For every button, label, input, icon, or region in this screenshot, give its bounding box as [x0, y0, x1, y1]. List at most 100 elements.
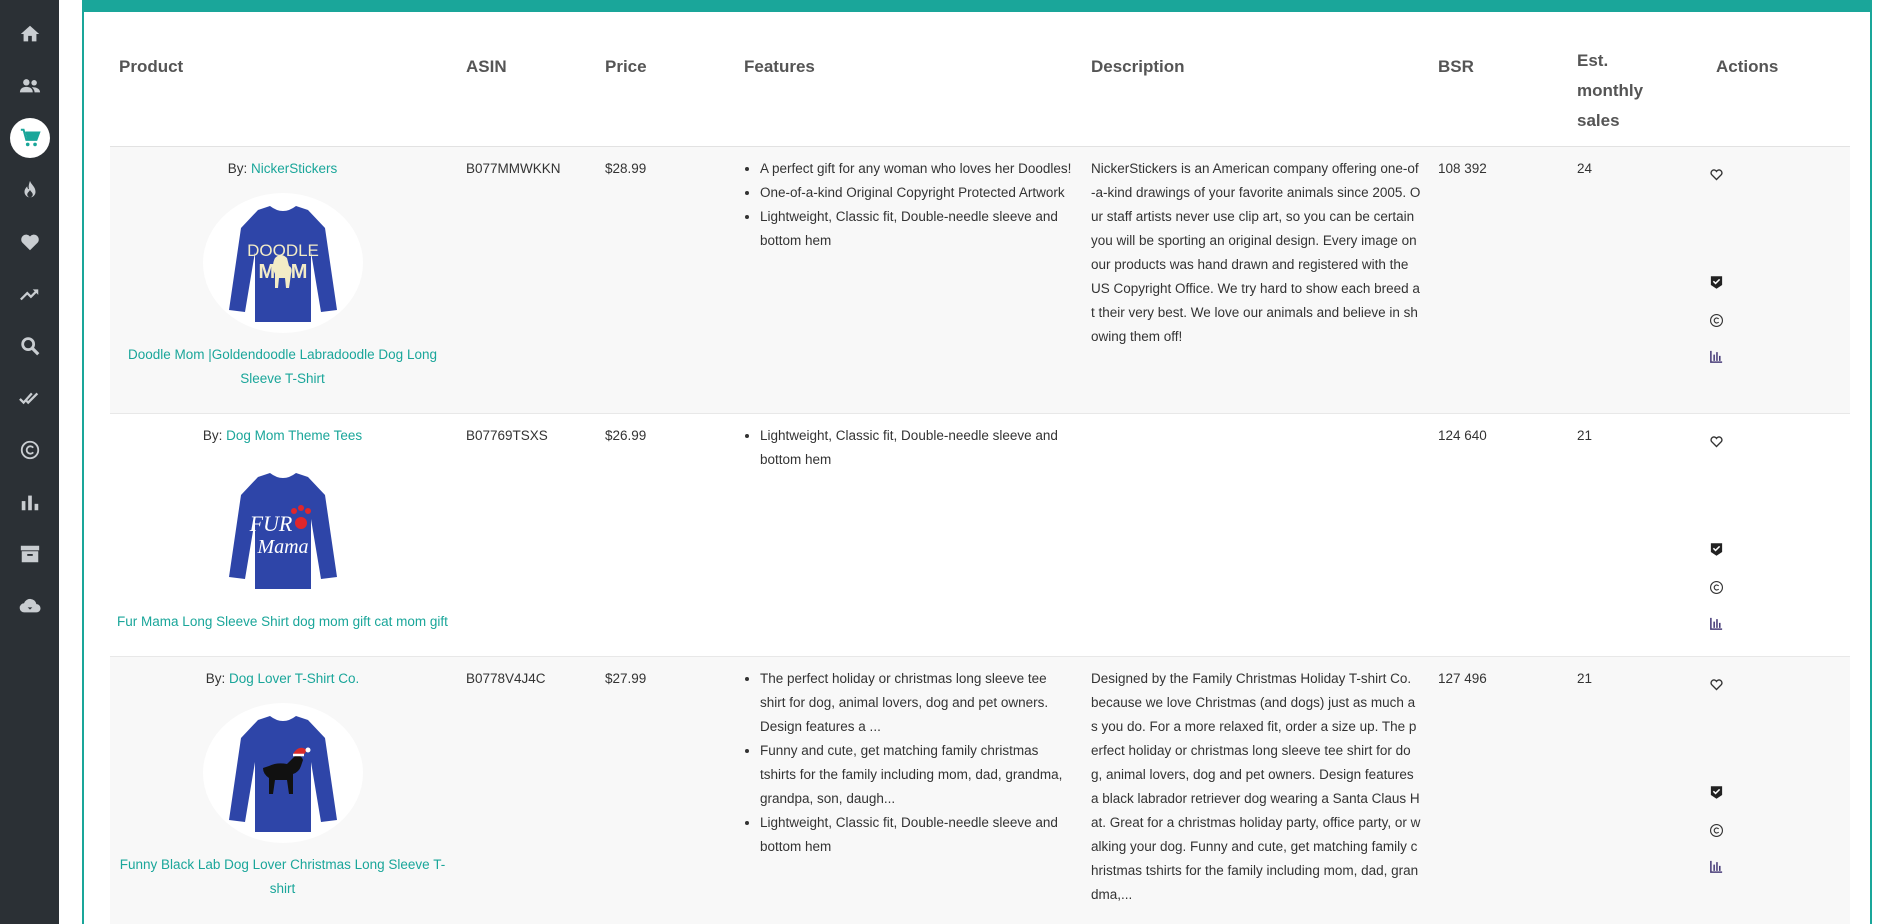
- header-asin[interactable]: ASIN: [466, 52, 507, 82]
- sidebar-item-trends[interactable]: [0, 272, 59, 316]
- header-est-monthly-sales[interactable]: Est. monthly sales: [1577, 46, 1643, 136]
- users-icon: [19, 79, 40, 93]
- product-table-panel: Product ASIN Price Features Description …: [82, 0, 1872, 924]
- fire-icon: [24, 180, 35, 198]
- header-features: Features: [744, 57, 815, 76]
- shirt-print: Mama: [256, 536, 308, 558]
- product-image[interactable]: [203, 703, 363, 843]
- panel-top-accent: [84, 0, 1870, 12]
- by-label: By:: [202, 428, 223, 443]
- product-title-link[interactable]: Funny Black Lab Dog Lover Christmas Long…: [110, 853, 455, 901]
- copyright-icon: [1709, 824, 1723, 837]
- sidebar-item-trademark[interactable]: [0, 428, 59, 472]
- header-sales-line: Est.: [1577, 51, 1609, 70]
- home-icon: [20, 25, 39, 42]
- sidebar-item-trending-hot[interactable]: [0, 168, 59, 212]
- sidebar-item-home[interactable]: [0, 12, 59, 56]
- feature-item: Lightweight, Classic fit, Double-needle …: [760, 424, 1074, 472]
- shirt-icon: [229, 716, 337, 832]
- by-label: By:: [227, 161, 248, 176]
- header-price[interactable]: Price: [605, 52, 647, 82]
- bar-chart-icon: [21, 495, 38, 511]
- price: $26.99: [605, 428, 647, 443]
- bar-chart-icon: [1709, 860, 1722, 873]
- sidebar-item-checked[interactable]: [0, 376, 59, 420]
- description: NickerStickers is an American company of…: [1091, 161, 1421, 344]
- header-product[interactable]: Product: [119, 52, 183, 82]
- est-sales-value: 24: [1577, 161, 1593, 176]
- verify-button[interactable]: [1706, 785, 1726, 800]
- sales-chart-button[interactable]: [1706, 859, 1726, 874]
- product-image[interactable]: FUR Mama: [203, 460, 363, 600]
- product-title-link[interactable]: Fur Mama Long Sleeve Shirt dog mom gift …: [110, 610, 455, 634]
- by-label: By:: [205, 671, 226, 686]
- feature-item: Funny and cute, get matching family chri…: [760, 739, 1074, 811]
- verify-button[interactable]: [1706, 275, 1726, 290]
- cart-icon: [20, 128, 41, 147]
- feature-item: The perfect holiday or christmas long sl…: [760, 667, 1074, 739]
- brand-link[interactable]: Dog Lover T-Shirt Co.: [229, 671, 359, 686]
- favorite-button[interactable]: [1706, 677, 1726, 692]
- trademark-check-button[interactable]: [1706, 823, 1726, 838]
- shield-check-icon: [1710, 276, 1722, 289]
- features-list: A perfect gift for any woman who loves h…: [744, 157, 1074, 253]
- heart-outline-icon: [1709, 436, 1723, 448]
- sidebar-item-cart[interactable]: [0, 116, 59, 160]
- shirt-icon: DOODLE MOM: [229, 206, 337, 322]
- trademark-check-button[interactable]: [1706, 313, 1726, 328]
- product-image[interactable]: DOODLE MOM: [203, 193, 363, 333]
- header-sales-line: sales: [1577, 111, 1620, 130]
- sidebar-item-cloud[interactable]: [0, 584, 59, 628]
- header-actions: Actions: [1716, 57, 1779, 76]
- cloud-download-icon: [19, 598, 41, 613]
- product-brand: By: Dog Lover T-Shirt Co.: [110, 667, 455, 691]
- feature-item: Lightweight, Classic fit, Double-needle …: [760, 811, 1074, 859]
- price: $28.99: [605, 161, 647, 176]
- trademark-check-button[interactable]: [1706, 580, 1726, 595]
- shirt-icon: FUR Mama: [229, 473, 337, 589]
- feature-item: One-of-a-kind Original Copyright Protect…: [760, 181, 1074, 205]
- product-title-link[interactable]: Doodle Mom |Goldendoodle Labradoodle Dog…: [110, 343, 455, 391]
- brand-link[interactable]: NickerStickers: [251, 161, 337, 176]
- table-row: By: NickerStickers DOODLE MOM Doodle Mom…: [110, 147, 1850, 413]
- price: $27.99: [605, 671, 647, 686]
- sidebar-item-favorites[interactable]: [0, 220, 59, 264]
- est-sales-value: 21: [1577, 428, 1593, 443]
- sidebar-item-users[interactable]: [0, 64, 59, 108]
- trending-icon: [19, 289, 38, 301]
- brand-link[interactable]: Dog Mom Theme Tees: [226, 428, 362, 443]
- header-sales-line: monthly: [1577, 81, 1644, 100]
- product-brand: By: NickerStickers: [110, 157, 455, 181]
- verify-button[interactable]: [1706, 542, 1726, 557]
- active-indicator: [9, 118, 50, 158]
- header-description: Description: [1091, 57, 1185, 76]
- header-bsr[interactable]: BSR: [1438, 52, 1474, 82]
- est-sales-value: 21: [1577, 671, 1593, 686]
- feature-item: A perfect gift for any woman who loves h…: [760, 157, 1074, 181]
- description: Designed by the Family Christmas Holiday…: [1091, 671, 1421, 902]
- bar-chart-icon: [1709, 617, 1722, 630]
- bsr-value: 108 392: [1438, 161, 1487, 176]
- shield-check-icon: [1710, 786, 1722, 799]
- copyright-icon: [1709, 581, 1723, 594]
- sales-chart-button[interactable]: [1706, 616, 1726, 631]
- double-check-icon: [18, 392, 38, 405]
- feature-item: Lightweight, Classic fit, Double-needle …: [760, 205, 1074, 253]
- sidebar-item-search[interactable]: [0, 324, 59, 368]
- copyright-icon: [1709, 314, 1723, 327]
- heart-outline-icon: [1709, 679, 1723, 691]
- favorite-button[interactable]: [1706, 434, 1726, 449]
- table-row: By: Dog Lover T-Shirt Co. Funny Black La…: [110, 657, 1850, 924]
- sidebar-item-analytics[interactable]: [0, 480, 59, 524]
- asin: B07769TSXS: [466, 428, 548, 443]
- features-list: Lightweight, Classic fit, Double-needle …: [744, 424, 1074, 472]
- bsr-value: 127 496: [1438, 671, 1487, 686]
- favorite-button[interactable]: [1706, 167, 1726, 182]
- archive-icon: [20, 545, 39, 563]
- sidebar-item-archive[interactable]: [0, 532, 59, 576]
- bar-chart-icon: [1709, 350, 1722, 363]
- asin: B0778V4J4C: [466, 671, 546, 686]
- table-row: By: Dog Mom Theme Tees FUR Mama Fur Mama…: [110, 414, 1850, 656]
- sidebar: [0, 0, 59, 924]
- sales-chart-button[interactable]: [1706, 349, 1726, 364]
